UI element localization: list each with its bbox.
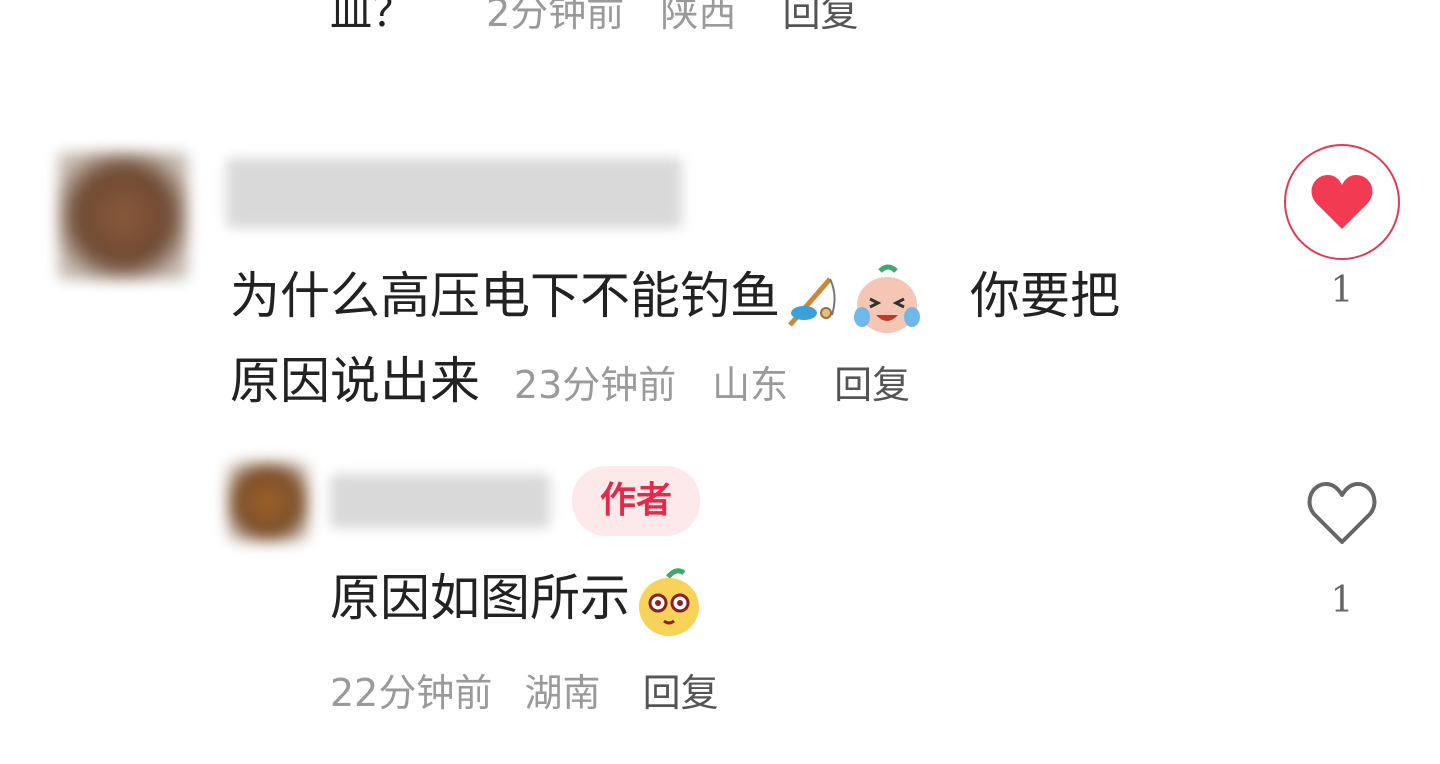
- reply-location: 湖南: [524, 671, 601, 715]
- comment-text-after: 你要把: [970, 267, 1120, 325]
- heart-outline-icon: [1307, 482, 1377, 544]
- comment-reply-button[interactable]: 回复: [834, 363, 910, 407]
- reply-reply-button[interactable]: 回复: [643, 671, 719, 715]
- laugh-cry-emoji: [848, 261, 926, 339]
- avatar[interactable]: [58, 152, 188, 280]
- prev-comment-location: 陕西: [660, 0, 737, 35]
- like-count: 1: [1330, 270, 1354, 311]
- surprised-emoji: [634, 565, 704, 639]
- prev-comment-text: 皿？: [330, 0, 415, 36]
- reply-username[interactable]: [330, 474, 550, 528]
- prev-comment-time: 2分钟前: [486, 0, 625, 35]
- reply-text: 原因如图所示: [330, 556, 704, 640]
- heart-filled-icon: [1311, 175, 1373, 229]
- author-badge: 作者: [572, 466, 700, 536]
- reply-text-content: 原因如图所示: [330, 569, 630, 627]
- reply-like-button[interactable]: [1306, 480, 1378, 546]
- reply-meta: 22分钟前 湖南 回复: [330, 662, 719, 717]
- comment-text: 为什么高压电下不能钓鱼 你要把 原因说出来 23分钟前 山东 回复: [230, 254, 1250, 427]
- username[interactable]: [226, 158, 682, 228]
- reply-like-count: 1: [1330, 580, 1354, 621]
- like-button[interactable]: [1284, 144, 1400, 260]
- comment-text-line1: 为什么高压电下不能钓鱼: [230, 267, 780, 325]
- prev-comment-meta: 皿？ 2分钟前 陕西 回复: [330, 0, 859, 39]
- fishing-emoji: [780, 269, 842, 331]
- prev-comment-reply-button[interactable]: 回复: [783, 0, 859, 35]
- reply-avatar[interactable]: [227, 462, 309, 542]
- comment-text-line2: 原因说出来: [230, 351, 480, 410]
- reply-time: 22分钟前: [330, 671, 493, 715]
- comment-time: 23分钟前: [513, 362, 677, 407]
- comment-location: 山东: [712, 362, 789, 407]
